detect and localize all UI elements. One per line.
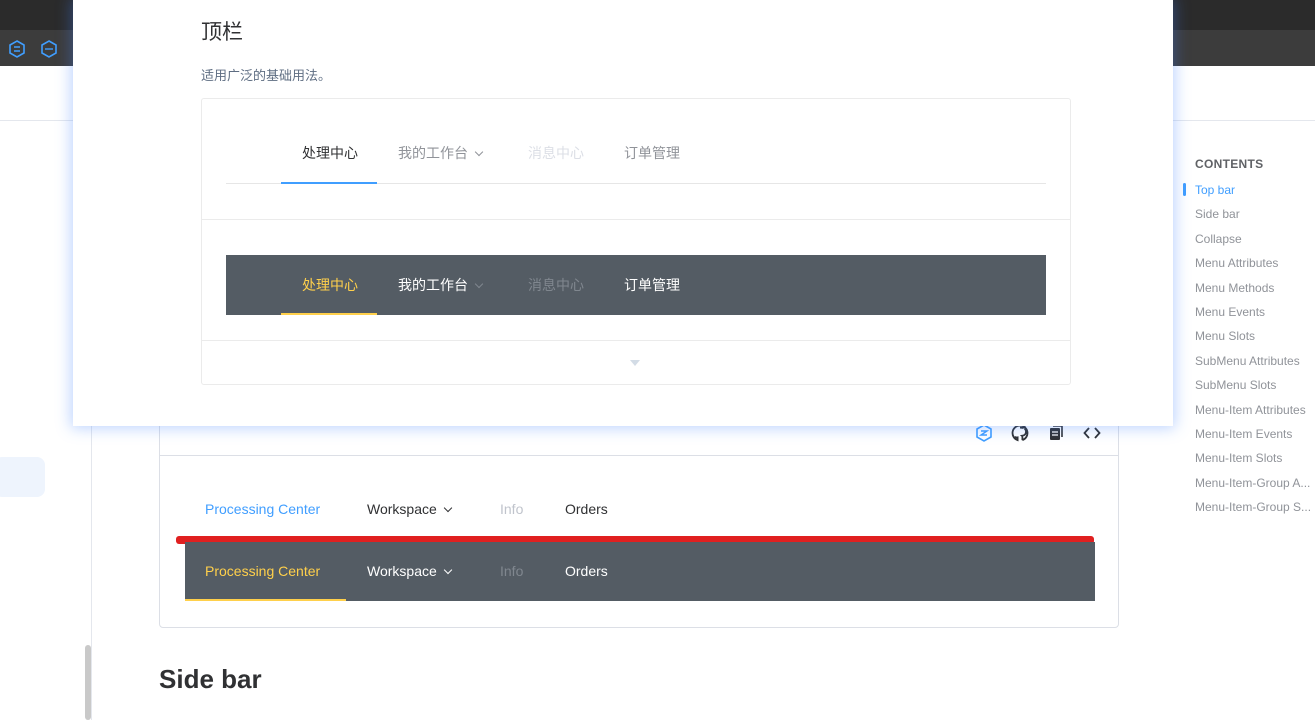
active-underline xyxy=(281,313,377,315)
toc-item-top-bar[interactable]: Top bar xyxy=(1195,183,1315,197)
divider xyxy=(202,340,1070,341)
active-underline xyxy=(185,599,346,601)
menu-item-dingdan-guanli-dark[interactable]: 订单管理 xyxy=(624,255,680,315)
panel-title: 顶栏 xyxy=(201,21,243,44)
expand-code-caret-icon[interactable] xyxy=(630,360,640,366)
demo-menu-light: Processing Center Workspace Info Orders xyxy=(185,486,1095,536)
code-icon[interactable] xyxy=(1083,424,1101,442)
chevron-down-icon xyxy=(443,565,453,575)
menu-item-info-dark: Info xyxy=(500,563,524,579)
toc-item-menu-attributes[interactable]: Menu Attributes xyxy=(1195,256,1315,270)
toc-item-menu-item-attributes[interactable]: Menu-Item Attributes xyxy=(1195,403,1315,417)
chevron-down-icon xyxy=(443,503,453,513)
extension-icon-2[interactable] xyxy=(40,40,58,58)
panel-description: 适用广泛的基础用法。 xyxy=(201,68,332,83)
toc-item-submenu-slots[interactable]: SubMenu Slots xyxy=(1195,378,1315,392)
menu-item-orders-dark[interactable]: Orders xyxy=(565,542,608,601)
menu-item-processing-center[interactable]: Processing Center xyxy=(205,486,320,536)
overlay-panel: 顶栏 适用广泛的基础用法。 处理中心 我的工作台 消息中心 订单管理 处理中心 … xyxy=(73,0,1173,426)
menu-item-info: Info xyxy=(500,501,524,517)
submenu-workspace-label: Workspace xyxy=(367,501,437,517)
extension-icon[interactable] xyxy=(8,40,26,58)
panel-menu-dark: 处理中心 我的工作台 消息中心 订单管理 xyxy=(226,255,1046,315)
submenu-wode-gongzuotai-dark[interactable]: 我的工作台 xyxy=(398,255,484,315)
toc-item-side-bar[interactable]: Side bar xyxy=(1195,207,1315,221)
toc-title: CONTENTS xyxy=(1195,157,1264,171)
submenu-workspace-dark-label: Workspace xyxy=(367,563,437,579)
submenu-wode-gongzuotai-label: 我的工作台 xyxy=(398,145,468,161)
sidebar-active-item[interactable] xyxy=(0,457,45,497)
toc-item-menu-slots[interactable]: Menu Slots xyxy=(1195,329,1315,343)
toc-item-menu-events[interactable]: Menu Events xyxy=(1195,305,1315,319)
toc-item-menu-item-group-slots[interactable]: Menu-Item-Group S... xyxy=(1195,500,1315,514)
sidebar-scrollbar[interactable] xyxy=(85,645,91,720)
toc-item-submenu-attributes[interactable]: SubMenu Attributes xyxy=(1195,354,1315,368)
menu-item-chuli-zhongxin[interactable]: 处理中心 xyxy=(302,123,358,183)
menu-item-orders[interactable]: Orders xyxy=(565,486,608,536)
toc-item-menu-methods[interactable]: Menu Methods xyxy=(1195,281,1315,295)
panel-menu-light: 处理中心 我的工作台 消息中心 订单管理 xyxy=(226,123,1046,184)
menu-item-xiaoxi-zhongxin: 消息中心 xyxy=(528,145,584,161)
submenu-wode-gongzuotai[interactable]: 我的工作台 xyxy=(398,123,484,183)
submenu-wode-gongzuotai-dark-label: 我的工作台 xyxy=(398,277,468,293)
chevron-down-icon xyxy=(474,279,484,289)
toc-item-collapse[interactable]: Collapse xyxy=(1195,232,1315,246)
chevron-down-icon xyxy=(474,147,484,157)
submenu-workspace[interactable]: Workspace xyxy=(367,486,453,536)
menu-item-dingdan-guanli[interactable]: 订单管理 xyxy=(624,123,680,183)
menu-item-chuli-zhongxin-dark[interactable]: 处理中心 xyxy=(302,255,358,315)
section-heading: Side bar xyxy=(159,664,262,694)
toc-active-indicator xyxy=(1183,183,1186,196)
github-icon[interactable] xyxy=(1011,424,1029,442)
toc-item-menu-item-group-attributes[interactable]: Menu-Item-Group A... xyxy=(1195,476,1315,490)
demo-block: Processing Center Workspace Info Orders … xyxy=(159,405,1119,628)
toc-item-menu-item-slots[interactable]: Menu-Item Slots xyxy=(1195,451,1315,465)
element-playground-icon[interactable] xyxy=(975,424,993,442)
toc-item-menu-item-events[interactable]: Menu-Item Events xyxy=(1195,427,1315,441)
menu-item-processing-center-dark[interactable]: Processing Center xyxy=(205,542,320,601)
menu-item-xiaoxi-zhongxin-dark: 消息中心 xyxy=(528,277,584,293)
active-underline xyxy=(281,182,377,184)
divider xyxy=(202,219,1070,220)
panel-demo-block: 处理中心 我的工作台 消息中心 订单管理 处理中心 我的工作台 消息中心 订单管… xyxy=(201,98,1071,385)
copy-icon[interactable] xyxy=(1047,424,1065,442)
submenu-workspace-dark[interactable]: Workspace xyxy=(367,542,453,601)
demo-menu-dark: Processing Center Workspace Info Orders xyxy=(185,542,1095,601)
